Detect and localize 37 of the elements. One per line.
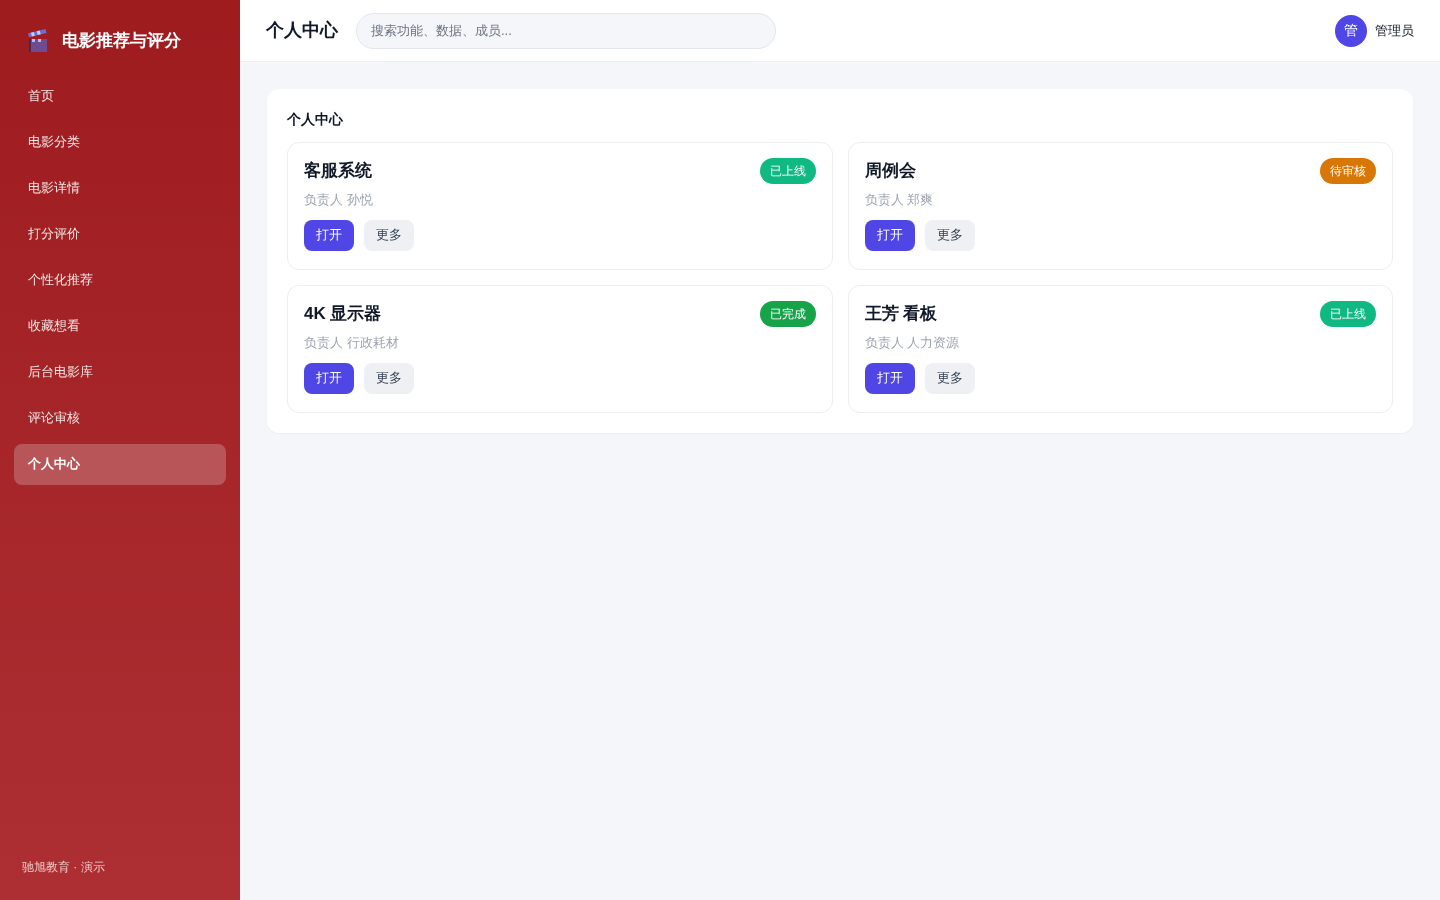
- card-title: 客服系统: [304, 160, 372, 183]
- card-title: 王芳 看板: [864, 303, 938, 326]
- footer-text: 驰旭教育 · 演示: [22, 860, 105, 874]
- action-button[interactable]: 更多: [364, 362, 414, 394]
- action-button[interactable]: 打开: [864, 219, 915, 251]
- nav-item[interactable]: 评论审核: [14, 397, 226, 439]
- search-field[interactable]: 搜索功能、数据、成员...: [356, 12, 776, 49]
- nav-item[interactable]: 收藏想看: [14, 305, 226, 347]
- card-owner: 负责人 人力资源: [864, 334, 961, 352]
- card-owner: 负责人 郑爽: [864, 191, 935, 209]
- panel-title: 个人中心: [287, 110, 344, 129]
- nav-item[interactable]: 后台电影库: [14, 351, 226, 393]
- action-button[interactable]: 更多: [364, 219, 414, 251]
- action-button[interactable]: 打开: [304, 219, 354, 251]
- action-button[interactable]: 打开: [304, 362, 354, 394]
- card-owner: 负责人 孙悦: [304, 191, 374, 209]
- card-owner: 负责人 行政耗材: [304, 334, 400, 352]
- action-button[interactable]: 更多: [924, 219, 975, 251]
- card-title: 周例会: [864, 160, 916, 183]
- status-badge: 已上线: [1320, 301, 1376, 327]
- clapperboard-icon: [28, 28, 48, 53]
- nav-item[interactable]: 首页: [14, 75, 226, 117]
- nav-item[interactable]: 电影分类: [14, 121, 226, 163]
- nav-item[interactable]: 电影详情: [14, 167, 226, 209]
- nav-item[interactable]: 个人中心: [14, 443, 226, 485]
- card-title: 4K 显示器: [304, 303, 382, 326]
- user-name: 管理员: [1375, 21, 1414, 40]
- brand-title: 电影推荐与评分: [62, 30, 181, 52]
- nav-item[interactable]: 打分评价: [14, 213, 226, 255]
- action-button[interactable]: 打开: [864, 362, 915, 394]
- nav-item[interactable]: 个性化推荐: [14, 259, 226, 301]
- user-avatar[interactable]: 管: [1335, 14, 1367, 47]
- status-badge: 已上线: [759, 158, 816, 184]
- status-badge: 已完成: [759, 301, 816, 327]
- action-button[interactable]: 更多: [924, 362, 975, 394]
- status-badge: 待审核: [1320, 158, 1376, 184]
- page-title: 个人中心: [266, 19, 338, 42]
